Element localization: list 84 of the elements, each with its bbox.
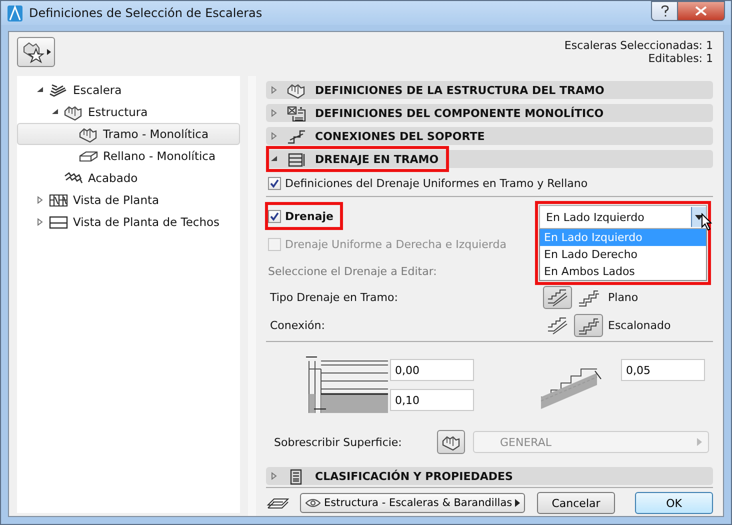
selection-count: Editables: 1 [647,52,713,65]
dropdown-option[interactable]: En Lado Derecho [540,246,706,263]
surface-button[interactable] [437,430,465,454]
option-label: Tipo Drenaje en Tramo: [270,290,398,304]
number-field[interactable]: 0,05 [621,359,705,381]
number-field[interactable]: 0,10 [390,389,474,411]
tree-item-label: Vista de Planta [73,193,160,207]
tree-item[interactable]: Estructura [17,101,240,123]
expand-arrow-icon [270,86,278,94]
tree-item-label: Rellano - Monolítica [103,149,216,163]
tree-item[interactable]: Acabado [17,167,240,189]
option-button[interactable] [574,314,603,336]
tree-item-label: Tramo - Monolítica [103,127,209,141]
expand-arrow-icon [270,132,278,140]
tree-item[interactable]: Vista de Planta de Techos [17,211,240,233]
section-header[interactable]: DEFINICIONES DEL COMPONENTE MONOLÍTICO [266,104,713,122]
dropdown[interactable]: En Lado Izquierdo [539,205,707,229]
sloped-drain-icon [545,286,570,308]
drain-grid-icon [286,150,307,168]
number-field[interactable]: 0,00 [390,359,474,381]
expand-arrow-icon [270,109,278,117]
tree-item-label: Estructura [88,105,148,119]
splitter-handle[interactable] [248,76,256,516]
question-mark-icon [660,5,670,17]
selection-count: Escaleras Seleccionadas: 1 [564,39,713,52]
section-header[interactable]: DEFINICIONES DE LA ESTRUCTURA DEL TRAMO [266,81,713,99]
option-label: Sobrescribir Superficie: [274,436,402,448]
checkbox-label: Definiciones del Drenaje Uniformes en Tramo y Rellano [285,176,588,190]
stair-block-icon [440,434,462,450]
tree-item[interactable]: Rellano - Monolítica [17,145,240,167]
close-button[interactable] [678,1,725,21]
section-title: DEFINICIONES DE LA ESTRUCTURA DEL TRAMO [315,84,604,96]
stair-block-icon [286,82,307,98]
collapse-arrow-icon [36,86,44,94]
eye-icon [305,498,321,508]
sloped-drain-icon [545,314,570,336]
checkbox-label: Drenaje Uniforme a Derecha e Izquierda [285,238,506,250]
close-icon [695,6,707,16]
checkbox-label: Drenaje [285,210,334,222]
stair-block-icon [63,104,84,120]
arrow-right-icon [515,499,520,507]
tree-item-label: Escalera [73,83,122,97]
caret-icon [695,214,703,220]
option-value: Plano [608,290,638,304]
checkbox[interactable] [268,176,281,190]
surface-value: GENERAL [500,436,553,448]
option-button[interactable] [543,286,572,308]
section-title: DRENAJE EN TRAMO [315,152,439,166]
tree-item[interactable]: Tramo - Monolítica [17,123,240,145]
section-header[interactable]: CONEXIONES DEL SOPORTE [266,127,713,145]
window-title: Definiciones de Selección de Escaleras [29,6,262,20]
section-title: CONEXIONES DEL SOPORTE [315,130,485,142]
stair-block-icon [78,126,99,142]
dialog-button[interactable]: OK [635,492,713,514]
tree-item[interactable]: Escalera [17,79,240,101]
collapse-arrow-icon [270,155,278,163]
plan-grid-icon [48,192,69,208]
section-header[interactable]: CLASIFICACIÓN Y PROPIEDADES [266,467,713,485]
tree-item-label: Acabado [88,171,138,185]
step-line-icon [286,128,307,144]
expand-arrow-icon [36,218,44,226]
checkmark-icon [270,212,279,220]
section-title: DEFINICIONES DEL COMPONENTE MONOLÍTICO [315,106,604,120]
collapse-arrow-icon [51,108,59,116]
dialog-button[interactable]: Cancelar [537,492,615,514]
favorites-button[interactable] [17,37,55,67]
stairs-icon [48,82,69,98]
expand-arrow-icon [36,196,44,204]
layer-button[interactable]: Estructura - Escaleras & Barandillas [300,493,526,513]
tree-item[interactable]: Vista de Planta [17,189,240,211]
tree-item-label: Vista de Planta de Techos [73,215,220,229]
option-value: Escalonado [608,318,671,332]
dropdown-option[interactable]: En Ambos Lados [540,263,706,280]
arrow-right-icon [697,438,702,446]
help-button[interactable] [651,1,678,21]
option-label: Conexión: [270,318,325,332]
dropdown-value: En Lado Izquierdo [545,210,646,224]
expand-arrow-icon [270,472,278,480]
section-label: Seleccione el Drenaje a Editar: [268,264,437,278]
checkmark-icon [270,178,279,188]
section-title: CLASIFICACIÓN Y PROPIEDADES [315,470,513,482]
checkbox[interactable] [268,210,281,222]
component-table-icon [286,104,307,122]
app-logo-icon [7,4,23,22]
